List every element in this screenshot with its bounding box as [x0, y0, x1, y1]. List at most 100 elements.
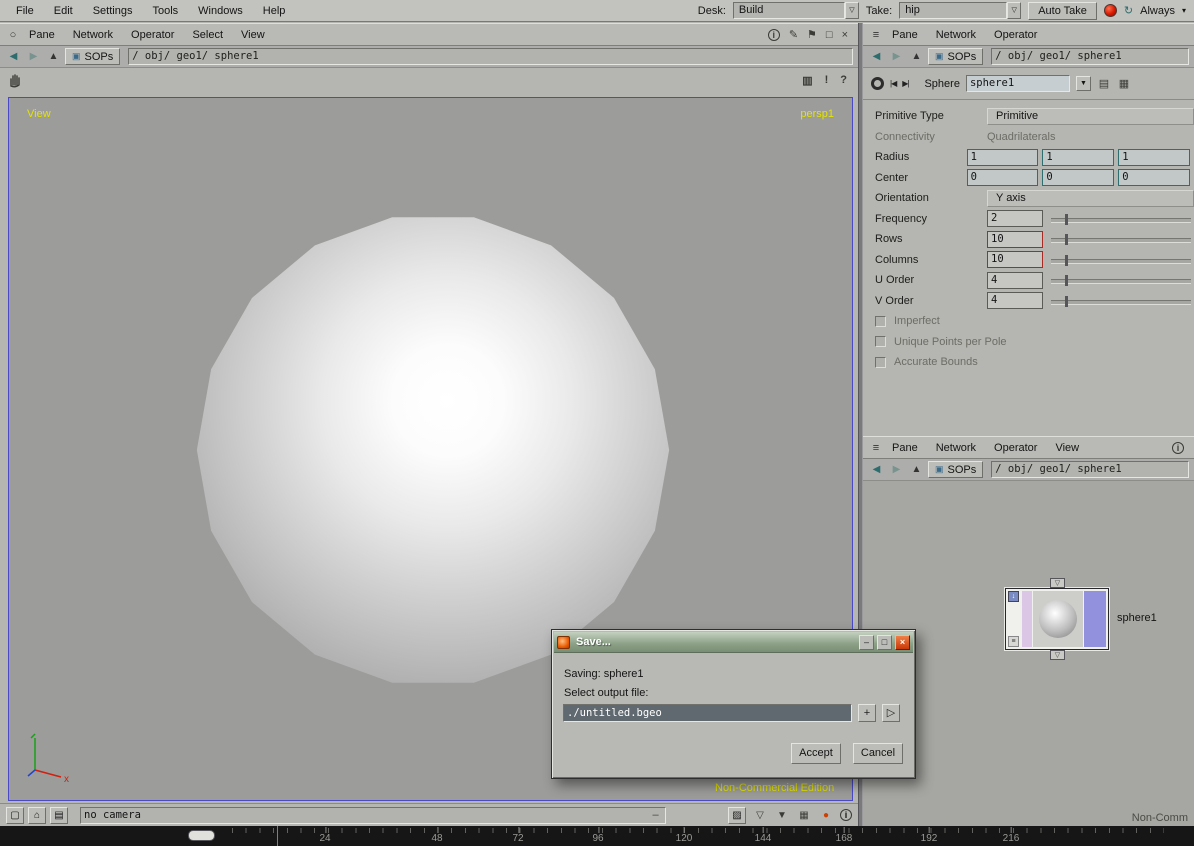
info-icon[interactable]: i [767, 28, 780, 41]
slider-thumb[interactable] [1065, 275, 1068, 287]
u-order-slider[interactable] [1051, 273, 1191, 287]
info-icon[interactable]: i [1172, 441, 1184, 454]
flipbook-icon[interactable]: ▨ [728, 806, 746, 824]
pane-type-icon[interactable]: ○ [6, 29, 20, 41]
sphere-node-tile[interactable]: ▽ ▽ ↓ ≡ [1004, 578, 1110, 660]
menu-tools[interactable]: Tools [142, 5, 188, 17]
menu-network[interactable]: Network [927, 442, 985, 454]
menu-network[interactable]: Network [64, 29, 122, 41]
export-icon[interactable]: ▥ [802, 74, 812, 87]
menu-help[interactable]: Help [253, 5, 296, 17]
radius-y-field[interactable]: 1 [1042, 148, 1115, 166]
file-browser-icon[interactable]: ▷ [882, 704, 900, 722]
info-icon[interactable]: i [840, 809, 852, 821]
node-display-flag-icon[interactable]: ↓ [1008, 591, 1019, 602]
paste-parameters-icon[interactable]: ▦ [1117, 77, 1131, 90]
help-icon[interactable]: ? [840, 74, 847, 86]
flag-icon[interactable]: ▽ [752, 810, 768, 821]
auto-take-button[interactable]: Auto Take [1028, 1, 1097, 20]
menu-operator[interactable]: Operator [985, 442, 1046, 454]
rows-slider[interactable] [1051, 232, 1191, 246]
menu-pane[interactable]: Pane [20, 29, 64, 41]
operator-ring-icon[interactable] [871, 77, 884, 90]
context-selector[interactable]: ▣ SOPs [928, 48, 984, 65]
center-x-field[interactable]: 0 [966, 169, 1039, 187]
node-render-flag[interactable] [1084, 591, 1106, 647]
up-level-icon[interactable]: ▲ [908, 464, 925, 475]
pane-menu-icon[interactable]: ≡ [869, 29, 883, 41]
take-select[interactable]: hip ▽ [899, 2, 1022, 19]
menu-settings[interactable]: Settings [83, 5, 143, 17]
primitive-type-menu[interactable]: Primitive [987, 107, 1194, 125]
timeline-frame-indicator[interactable] [188, 830, 215, 841]
edit-icon[interactable]: ✎ [789, 28, 798, 41]
operator-name-field[interactable]: sphere1 [965, 75, 1070, 92]
record-indicator-icon[interactable] [1103, 4, 1117, 17]
context-selector[interactable]: ▣ SOPs [65, 48, 121, 65]
always-label[interactable]: Always [1140, 5, 1175, 17]
path-field[interactable]: / obj/ geo1/ sphere1 [128, 48, 853, 65]
menu-network[interactable]: Network [927, 29, 985, 41]
back-icon[interactable]: ◀ [868, 464, 885, 475]
pan-hand-icon[interactable] [7, 72, 23, 88]
rows-field[interactable]: 10 [987, 230, 1043, 248]
node-lock-flag-icon[interactable]: ≡ [1008, 636, 1019, 647]
menu-pane[interactable]: Pane [883, 442, 927, 454]
menu-view[interactable]: View [1046, 442, 1088, 454]
slider-thumb[interactable] [1065, 213, 1068, 225]
timeline-bar[interactable]: 24 48 72 96 120 144 168 192 216 [0, 826, 1194, 846]
add-file-icon[interactable]: + [858, 704, 876, 722]
forward-icon[interactable]: ▶ [25, 51, 42, 62]
menu-windows[interactable]: Windows [188, 5, 253, 17]
camera-select[interactable]: no camera – [80, 806, 666, 824]
up-level-icon[interactable]: ▲ [45, 51, 62, 62]
node-template-flag[interactable] [1022, 591, 1032, 647]
u-order-field[interactable]: 4 [987, 271, 1043, 289]
restore-icon[interactable]: □ [877, 634, 892, 650]
path-field[interactable]: / obj/ geo1/ sphere1 [991, 461, 1189, 478]
node-output-connector[interactable]: ▽ [1050, 650, 1065, 660]
close-icon[interactable]: × [842, 29, 848, 41]
accept-button[interactable]: Accept [791, 743, 841, 764]
slider-thumb[interactable] [1065, 295, 1068, 307]
display-options-icon[interactable]: ▢ [6, 806, 24, 824]
maximize-icon[interactable]: □ [826, 29, 833, 41]
home-view-icon[interactable]: ⌂ [28, 806, 46, 824]
menu-file[interactable]: File [6, 5, 44, 17]
frequency-slider[interactable] [1051, 212, 1191, 226]
chevron-down-icon[interactable]: ▽ [844, 2, 859, 19]
output-file-input[interactable]: ./untitled.bgeo [563, 704, 852, 722]
cancel-button[interactable]: Cancel [853, 743, 903, 764]
skip-end-icon[interactable]: ▶| [902, 79, 909, 88]
snapshot-icon[interactable]: ▤ [50, 806, 68, 824]
menu-pane[interactable]: Pane [883, 29, 927, 41]
menu-select[interactable]: Select [183, 29, 232, 41]
columns-slider[interactable] [1051, 253, 1191, 267]
minimize-icon[interactable]: – [859, 634, 874, 650]
back-icon[interactable]: ◀ [868, 51, 885, 62]
funnel-icon[interactable]: ▼ [774, 810, 790, 821]
radius-z-field[interactable]: 1 [1118, 148, 1190, 166]
copy-parameters-icon[interactable]: ▤ [1097, 77, 1111, 90]
center-z-field[interactable]: 0 [1118, 169, 1190, 187]
forward-icon[interactable]: ▶ [888, 51, 905, 62]
v-order-field[interactable]: 4 [987, 292, 1043, 310]
menu-edit[interactable]: Edit [44, 5, 83, 17]
chevron-down-icon[interactable]: ▼ [1075, 76, 1091, 91]
center-y-field[interactable]: 0 [1042, 169, 1115, 187]
skip-start-icon[interactable]: |◀ [890, 79, 897, 88]
close-icon[interactable]: × [895, 634, 910, 650]
chevron-down-icon[interactable]: ▽ [1007, 2, 1022, 19]
menu-view[interactable]: View [232, 29, 274, 41]
radius-x-field[interactable]: 1 [966, 148, 1039, 166]
exclaim-icon[interactable]: ! [825, 74, 829, 86]
desk-select[interactable]: Build ▽ [732, 2, 859, 19]
node-input-connector[interactable]: ▽ [1050, 578, 1065, 588]
slider-thumb[interactable] [1065, 234, 1068, 246]
menu-operator[interactable]: Operator [985, 29, 1046, 41]
grid-icon[interactable]: ▦ [796, 810, 812, 821]
up-level-icon[interactable]: ▲ [908, 51, 925, 62]
droplet-icon[interactable]: ● [818, 810, 834, 821]
path-field[interactable]: / obj/ geo1/ sphere1 [991, 48, 1189, 65]
columns-field[interactable]: 10 [987, 251, 1043, 269]
